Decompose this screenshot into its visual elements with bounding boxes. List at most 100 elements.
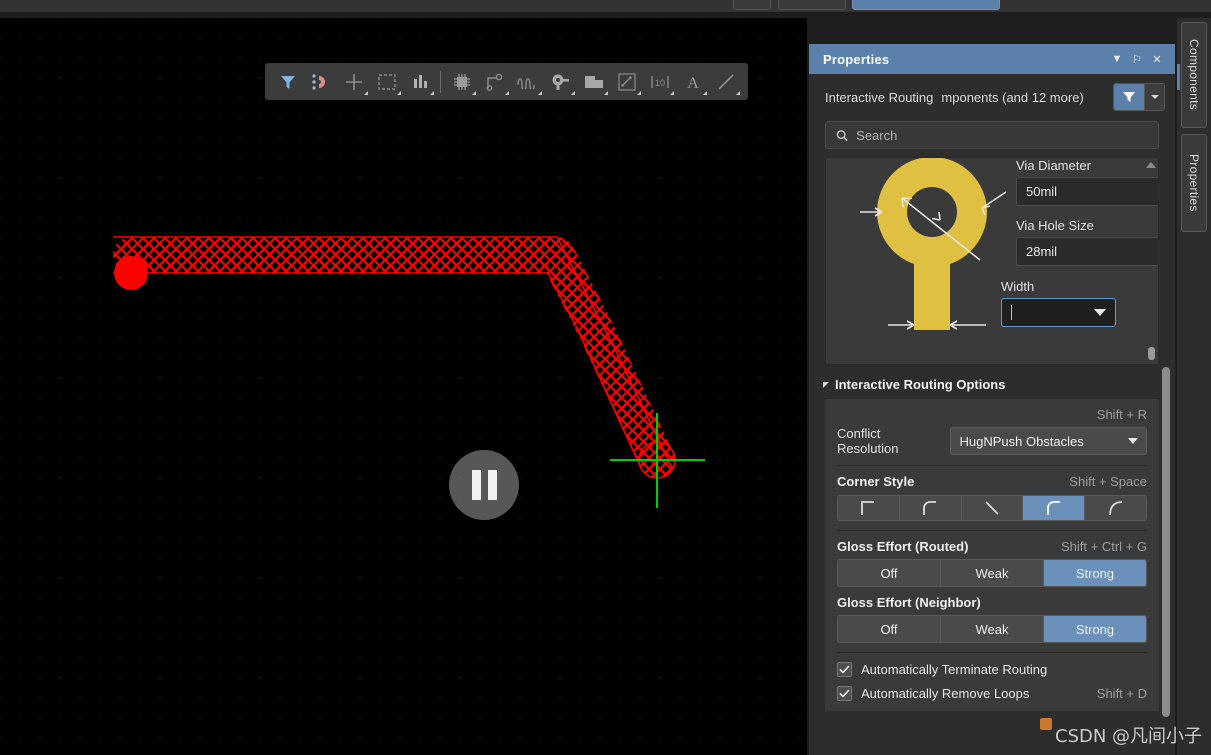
panel-close-button[interactable]: ✕ xyxy=(1147,49,1167,69)
gloss-neighbor-option-weak[interactable]: Weak xyxy=(941,616,1044,642)
route-trace-icon[interactable] xyxy=(478,67,511,97)
via-section-scrollbar[interactable] xyxy=(1146,162,1156,360)
divider xyxy=(837,530,1147,531)
interactive-routing-options-body: Shift + R Conflict Resolution HugNPush O… xyxy=(825,398,1159,711)
panel-pin-button[interactable]: ⚐ xyxy=(1127,49,1147,69)
dropdown-corner-marker xyxy=(637,90,641,95)
dropdown-corner-marker xyxy=(703,90,707,95)
collapse-triangle-icon[interactable] xyxy=(823,381,829,388)
search-icon xyxy=(836,129,848,141)
magnet-snap-icon[interactable] xyxy=(304,67,337,97)
corner-style-option-90-degree[interactable] xyxy=(838,496,900,520)
gloss-effort-neighbor-segmented-control[interactable]: Off Weak Strong xyxy=(837,615,1147,643)
scrollbar-thumb[interactable] xyxy=(1162,367,1170,717)
via-diameter-label: Via Diameter xyxy=(1016,158,1091,173)
svg-text:A: A xyxy=(687,75,699,91)
properties-panel-header: Properties ▼ ⚐ ✕ xyxy=(809,44,1175,74)
gloss-routed-option-off[interactable]: Off xyxy=(838,560,941,586)
dropdown-corner-marker xyxy=(364,90,368,95)
gloss-effort-neighbor-label: Gloss Effort (Neighbor) xyxy=(837,595,981,610)
page-title: Properties xyxy=(823,51,890,67)
scroll-up-arrow-icon[interactable] xyxy=(1146,162,1156,168)
pcb-routing-canvas[interactable]: 10 A xyxy=(0,18,807,755)
gloss-effort-routed-shortcut: Shift + Ctrl + G xyxy=(1061,539,1147,554)
filter-icon[interactable] xyxy=(1114,84,1144,110)
canvas-floating-toolbar[interactable]: 10 A xyxy=(265,63,748,100)
corner-style-segmented-control[interactable] xyxy=(837,495,1147,521)
conflict-resolution-select[interactable]: HugNPush Obstacles xyxy=(950,427,1147,455)
crosshair-place-icon[interactable] xyxy=(337,67,370,97)
svg-text:10: 10 xyxy=(654,78,664,88)
active-tab-marker xyxy=(1177,64,1180,90)
corner-style-option-45-arc-selected[interactable] xyxy=(1023,496,1086,520)
via-hole-size-input[interactable]: 28mil xyxy=(1016,237,1158,266)
top-toolbar-strip xyxy=(0,0,1211,12)
dropdown-corner-marker xyxy=(736,90,740,95)
corner-style-option-rounded[interactable] xyxy=(1085,496,1146,520)
auto-remove-loops-label: Automatically Remove Loops xyxy=(861,686,1030,701)
sidebar-item-label: Properties xyxy=(1187,154,1201,212)
gloss-neighbor-option-strong-selected[interactable]: Strong xyxy=(1044,616,1146,642)
text-icon[interactable]: A xyxy=(676,67,709,97)
gloss-routed-row: Gloss Effort (Routed) Shift + Ctrl + G xyxy=(837,539,1147,554)
top-toolbar-button-1[interactable] xyxy=(733,0,771,10)
via-pad-icon[interactable] xyxy=(544,67,577,97)
check-icon xyxy=(839,689,850,698)
via-properties-section: Via Diameter 50mil Via Hole Size 28mil W… xyxy=(825,157,1159,365)
chevron-down-icon[interactable] xyxy=(1128,438,1138,444)
properties-panel-scrollbar[interactable] xyxy=(1160,364,1172,752)
chevron-down-icon[interactable] xyxy=(1144,84,1164,110)
auto-remove-loops-shortcut: Shift + D xyxy=(1096,686,1147,701)
text-caret xyxy=(1011,305,1012,320)
corner-style-shortcut: Shift + Space xyxy=(1069,474,1147,489)
corner-style-option-45-degree[interactable] xyxy=(961,496,1024,520)
search-box[interactable] xyxy=(825,121,1159,149)
via-diameter-input[interactable]: 50mil xyxy=(1016,177,1158,206)
via-hole-size-label: Via Hole Size xyxy=(1016,218,1094,233)
dropdown-corner-marker xyxy=(670,90,674,95)
measure-icon[interactable]: 10 xyxy=(643,67,676,97)
line-icon[interactable] xyxy=(709,67,742,97)
gloss-effort-routed-segmented-control[interactable]: Off Weak Strong xyxy=(837,559,1147,587)
divider xyxy=(837,465,1147,466)
polygon-pour-icon[interactable] xyxy=(577,67,610,97)
auto-terminate-routing-checkbox[interactable] xyxy=(837,662,852,677)
toolbar-separator xyxy=(440,70,441,93)
gloss-routed-option-strong-selected[interactable]: Strong xyxy=(1044,560,1146,586)
gloss-routed-option-weak[interactable]: Weak xyxy=(941,560,1044,586)
pause-icon-bar-right xyxy=(487,470,497,500)
panel-menu-button[interactable]: ▼ xyxy=(1107,49,1127,69)
width-input[interactable] xyxy=(1001,298,1116,327)
dropdown-corner-marker xyxy=(538,90,542,95)
object-type-row: Interactive Routing mponents (and 12 mor… xyxy=(809,74,1175,117)
top-toolbar-button-3-selected[interactable] xyxy=(852,0,1000,10)
scrollbar-thumb[interactable] xyxy=(1148,347,1155,360)
gloss-neighbor-option-off[interactable]: Off xyxy=(838,616,941,642)
filter-control[interactable] xyxy=(1113,83,1165,111)
search-input[interactable] xyxy=(856,127,1148,143)
component-chip-icon[interactable] xyxy=(445,67,478,97)
check-icon xyxy=(839,665,850,674)
auto-remove-loops-checkbox[interactable] xyxy=(837,686,852,701)
dimension-icon[interactable] xyxy=(610,67,643,97)
sidebar-item-components[interactable]: Components xyxy=(1181,22,1207,128)
corner-style-row: Corner Style Shift + Space xyxy=(837,474,1147,489)
top-toolbar-button-2[interactable] xyxy=(778,0,846,10)
dropdown-corner-marker xyxy=(571,90,575,95)
selection-summary-label: mponents (and 12 more) xyxy=(941,89,1084,105)
pause-overlay-button[interactable] xyxy=(449,450,519,520)
sidebar-item-label: Components xyxy=(1187,39,1201,111)
auto-terminate-routing-row[interactable]: Automatically Terminate Routing xyxy=(837,662,1147,677)
sidebar-item-properties[interactable]: Properties xyxy=(1181,134,1207,232)
bar-chart-icon[interactable] xyxy=(403,67,436,97)
chevron-down-icon[interactable] xyxy=(1094,309,1106,316)
selection-box-icon[interactable] xyxy=(370,67,403,97)
conflict-resolution-row: Conflict Resolution HugNPush Obstacles xyxy=(837,426,1147,456)
filter-icon[interactable] xyxy=(271,67,304,97)
squiggle-length-tune-icon[interactable] xyxy=(511,67,544,97)
conflict-resolution-value: HugNPush Obstacles xyxy=(959,433,1084,449)
interactive-routing-options-header[interactable]: Interactive Routing Options xyxy=(809,365,1175,398)
group-title: Interactive Routing Options xyxy=(835,377,1006,392)
corner-style-option-90-arc[interactable] xyxy=(899,496,962,520)
auto-remove-loops-row[interactable]: Automatically Remove Loops Shift + D xyxy=(837,686,1147,701)
